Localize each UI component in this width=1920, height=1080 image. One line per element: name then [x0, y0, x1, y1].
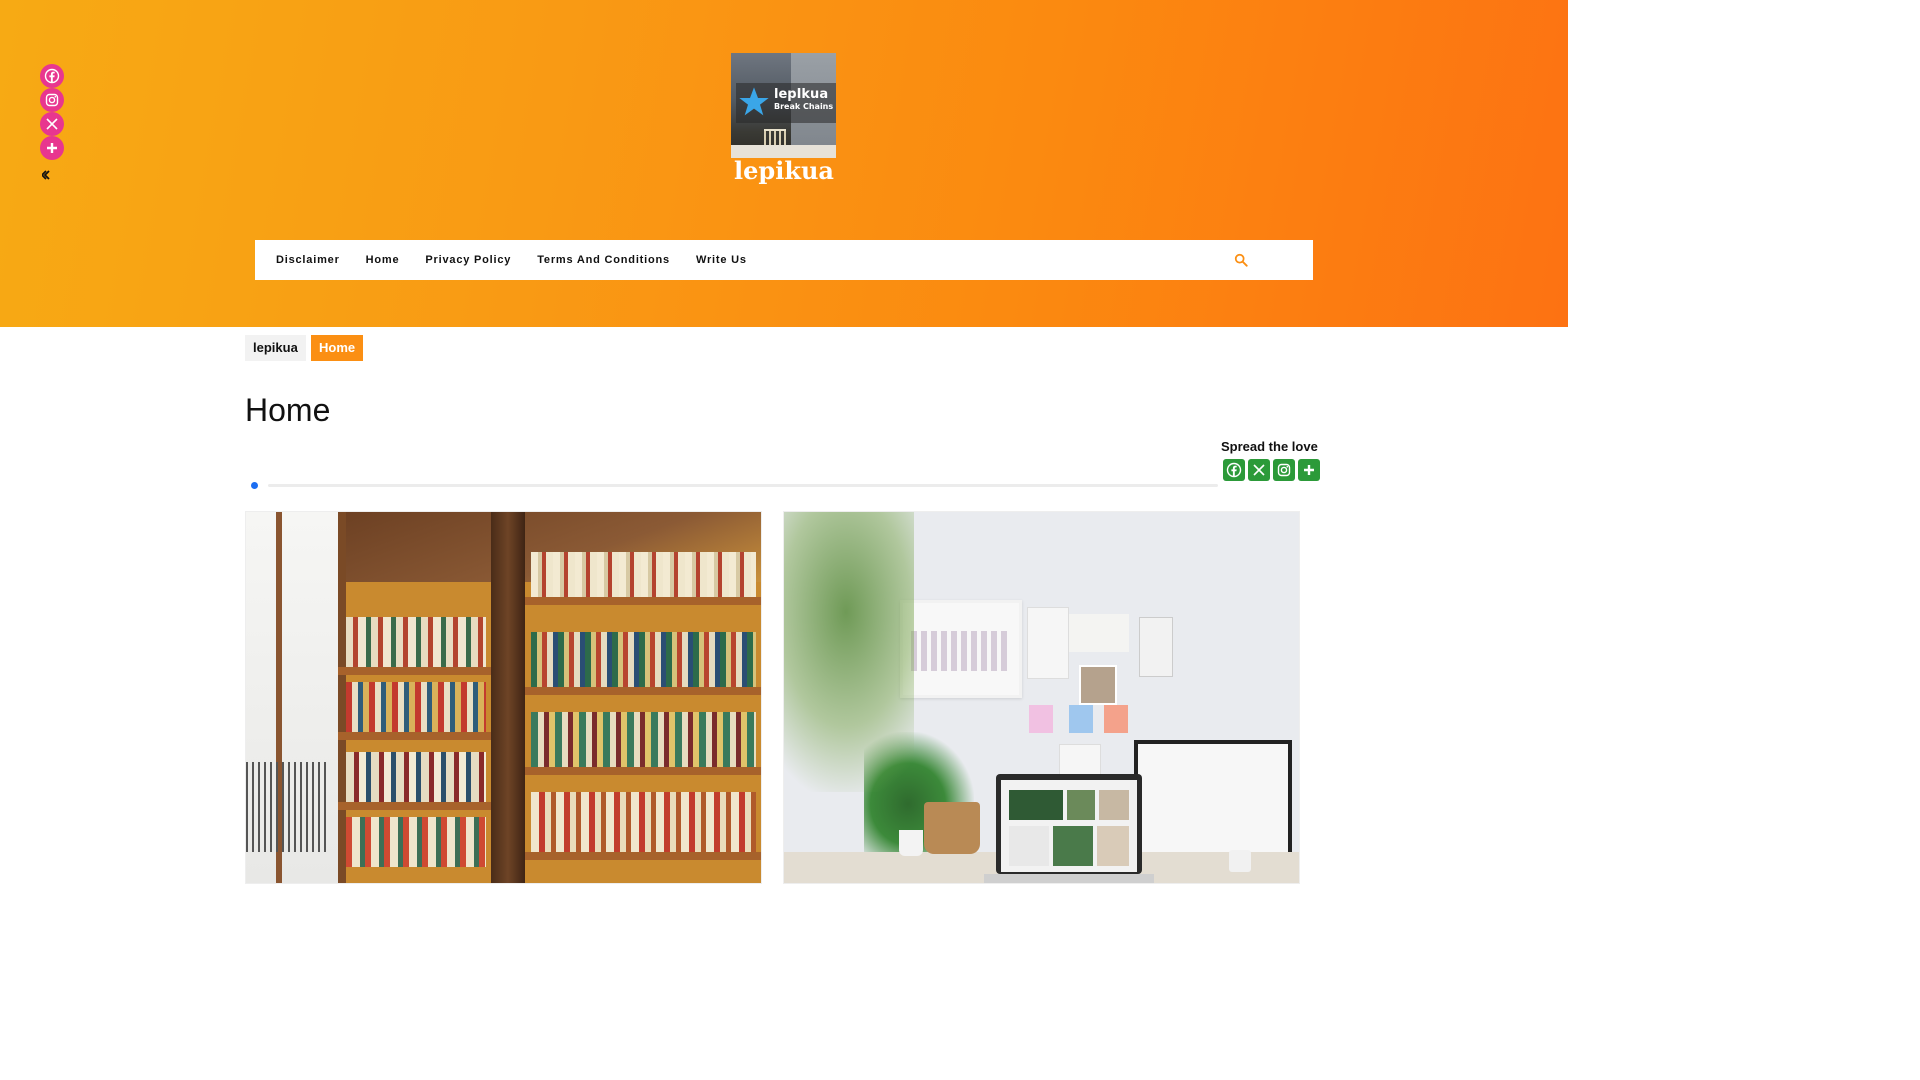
- floating-social-bar: [40, 64, 64, 180]
- page-title: Home: [245, 392, 331, 428]
- site-title[interactable]: lepikua: [684, 156, 884, 185]
- post-card-image[interactable]: [783, 511, 1300, 884]
- instagram-icon[interactable]: [40, 88, 64, 112]
- nav-item-privacy-policy[interactable]: Privacy Policy: [425, 254, 511, 266]
- instagram-icon[interactable]: [1273, 459, 1295, 481]
- x-icon[interactable]: [40, 112, 64, 136]
- breadcrumb-current: Home: [311, 335, 364, 361]
- more-icon[interactable]: [40, 136, 64, 160]
- star-icon: [739, 87, 769, 116]
- slider-dot[interactable]: [251, 482, 258, 489]
- nav-item-disclaimer[interactable]: Disclaimer: [276, 254, 340, 266]
- facebook-icon[interactable]: [40, 64, 64, 88]
- share-label: Spread the love: [1221, 439, 1318, 454]
- nav-item-write-us[interactable]: Write Us: [696, 254, 747, 266]
- facebook-icon[interactable]: [1223, 459, 1245, 481]
- main-nav: Disclaimer Home Privacy Policy Terms And…: [255, 240, 1313, 280]
- nav-item-home[interactable]: Home: [366, 254, 400, 266]
- share-buttons: [1223, 459, 1323, 481]
- logo-name: lepIkua: [774, 87, 829, 102]
- nav-item-terms[interactable]: Terms And Conditions: [537, 254, 670, 266]
- site-logo[interactable]: lepIkua Break Chains: [731, 53, 836, 158]
- search-icon[interactable]: [1234, 253, 1248, 267]
- hide-icon[interactable]: [42, 170, 52, 180]
- post-card-image[interactable]: [245, 511, 762, 884]
- breadcrumb-site[interactable]: lepikua: [245, 335, 306, 361]
- more-icon[interactable]: [1298, 459, 1320, 481]
- slider-track: [268, 484, 1218, 487]
- x-icon[interactable]: [1248, 459, 1270, 481]
- site-header: lepIkua Break Chains lepikua Disclaimer …: [0, 0, 1568, 327]
- logo-tagline: Break Chains: [774, 102, 834, 111]
